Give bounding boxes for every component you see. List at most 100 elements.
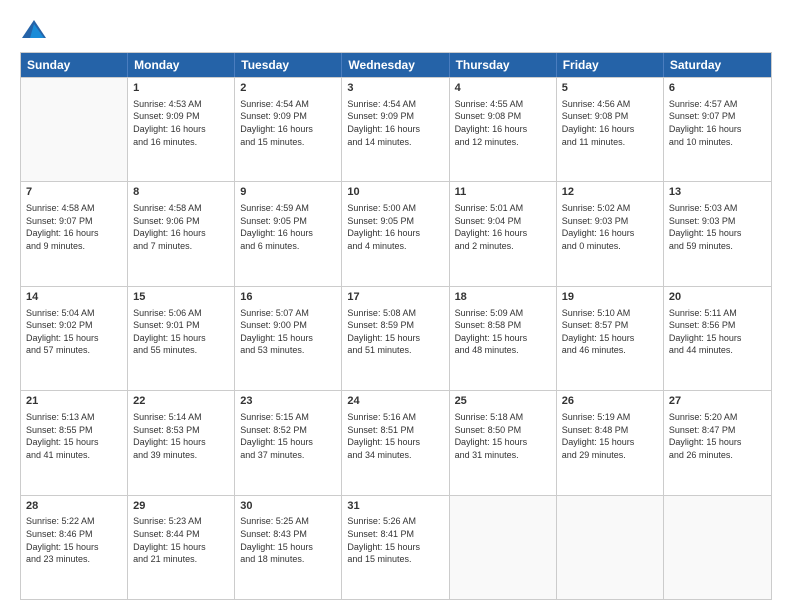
day-info: Sunrise: 5:23 AM Sunset: 8:44 PM Dayligh… xyxy=(133,515,229,565)
day-number: 27 xyxy=(669,394,766,409)
day-info: Sunrise: 5:11 AM Sunset: 8:56 PM Dayligh… xyxy=(669,307,766,357)
day-cell: 30Sunrise: 5:25 AM Sunset: 8:43 PM Dayli… xyxy=(235,496,342,599)
header-day: Sunday xyxy=(21,53,128,77)
day-number: 22 xyxy=(133,394,229,409)
day-cell: 5Sunrise: 4:56 AM Sunset: 9:08 PM Daylig… xyxy=(557,78,664,181)
day-cell: 28Sunrise: 5:22 AM Sunset: 8:46 PM Dayli… xyxy=(21,496,128,599)
day-cell: 15Sunrise: 5:06 AM Sunset: 9:01 PM Dayli… xyxy=(128,287,235,390)
day-cell: 29Sunrise: 5:23 AM Sunset: 8:44 PM Dayli… xyxy=(128,496,235,599)
day-info: Sunrise: 4:53 AM Sunset: 9:09 PM Dayligh… xyxy=(133,98,229,148)
header-day: Friday xyxy=(557,53,664,77)
day-info: Sunrise: 4:59 AM Sunset: 9:05 PM Dayligh… xyxy=(240,202,336,252)
day-cell: 12Sunrise: 5:02 AM Sunset: 9:03 PM Dayli… xyxy=(557,182,664,285)
day-cell: 9 Sunrise: 4:59 AM Sunset: 9:05 PM Daylig… xyxy=(235,182,342,285)
day-cell: 20 Sunrise: 5:11 AM Sunset: 8:56 PM Dayli… xyxy=(664,287,771,390)
day-info: Sunrise: 4:55 AM Sunset: 9:08 PM Dayligh… xyxy=(455,98,551,148)
day-number: 2 xyxy=(240,81,336,96)
day-info: Sunrise: 5:07 AM Sunset: 9:00 PM Dayligh… xyxy=(240,307,336,357)
day-info: Sunrise: 5:15 AM Sunset: 8:52 PM Dayligh… xyxy=(240,411,336,461)
empty-cell xyxy=(21,78,128,181)
day-cell: 3 Sunrise: 4:54 AM Sunset: 9:09 PM Daylig… xyxy=(342,78,449,181)
day-cell: 13 Sunrise: 5:03 AM Sunset: 9:03 PM Dayli… xyxy=(664,182,771,285)
day-info: Sunrise: 5:25 AM Sunset: 8:43 PM Dayligh… xyxy=(240,515,336,565)
day-info: Sunrise: 4:58 AM Sunset: 9:06 PM Dayligh… xyxy=(133,202,229,252)
calendar-row: 1Sunrise: 4:53 AM Sunset: 9:09 PM Daylig… xyxy=(21,77,771,181)
day-cell: 21 Sunrise: 5:13 AM Sunset: 8:55 PM Dayli… xyxy=(21,391,128,494)
day-info: Sunrise: 5:14 AM Sunset: 8:53 PM Dayligh… xyxy=(133,411,229,461)
day-info: Sunrise: 5:10 AM Sunset: 8:57 PM Dayligh… xyxy=(562,307,658,357)
day-info: Sunrise: 5:16 AM Sunset: 8:51 PM Dayligh… xyxy=(347,411,443,461)
day-number: 21 xyxy=(26,394,122,409)
day-info: Sunrise: 4:58 AM Sunset: 9:07 PM Dayligh… xyxy=(26,202,122,252)
day-cell: 1Sunrise: 4:53 AM Sunset: 9:09 PM Daylig… xyxy=(128,78,235,181)
page: SundayMondayTuesdayWednesdayThursdayFrid… xyxy=(0,0,792,612)
day-cell: 26 Sunrise: 5:19 AM Sunset: 8:48 PM Dayli… xyxy=(557,391,664,494)
header-day: Wednesday xyxy=(342,53,449,77)
day-number: 24 xyxy=(347,394,443,409)
day-number: 13 xyxy=(669,185,766,200)
day-info: Sunrise: 4:56 AM Sunset: 9:08 PM Dayligh… xyxy=(562,98,658,148)
day-info: Sunrise: 5:13 AM Sunset: 8:55 PM Dayligh… xyxy=(26,411,122,461)
day-number: 26 xyxy=(562,394,658,409)
day-number: 30 xyxy=(240,499,336,514)
day-cell: 8 Sunrise: 4:58 AM Sunset: 9:06 PM Daylig… xyxy=(128,182,235,285)
day-cell: 22 Sunrise: 5:14 AM Sunset: 8:53 PM Dayli… xyxy=(128,391,235,494)
day-cell: 31Sunrise: 5:26 AM Sunset: 8:41 PM Dayli… xyxy=(342,496,449,599)
day-info: Sunrise: 4:57 AM Sunset: 9:07 PM Dayligh… xyxy=(669,98,766,148)
header-day: Monday xyxy=(128,53,235,77)
day-cell: 7Sunrise: 4:58 AM Sunset: 9:07 PM Daylig… xyxy=(21,182,128,285)
header-day: Saturday xyxy=(664,53,771,77)
day-info: Sunrise: 5:26 AM Sunset: 8:41 PM Dayligh… xyxy=(347,515,443,565)
day-cell: 25 Sunrise: 5:18 AM Sunset: 8:50 PM Dayli… xyxy=(450,391,557,494)
day-cell: 17Sunrise: 5:08 AM Sunset: 8:59 PM Dayli… xyxy=(342,287,449,390)
day-cell: 24 Sunrise: 5:16 AM Sunset: 8:51 PM Dayli… xyxy=(342,391,449,494)
day-number: 12 xyxy=(562,185,658,200)
day-number: 4 xyxy=(455,81,551,96)
calendar-row: 21 Sunrise: 5:13 AM Sunset: 8:55 PM Dayli… xyxy=(21,390,771,494)
day-info: Sunrise: 5:22 AM Sunset: 8:46 PM Dayligh… xyxy=(26,515,122,565)
header-day: Tuesday xyxy=(235,53,342,77)
day-cell: 14Sunrise: 5:04 AM Sunset: 9:02 PM Dayli… xyxy=(21,287,128,390)
empty-cell xyxy=(664,496,771,599)
day-cell: 11Sunrise: 5:01 AM Sunset: 9:04 PM Dayli… xyxy=(450,182,557,285)
day-info: Sunrise: 4:54 AM Sunset: 9:09 PM Dayligh… xyxy=(347,98,443,148)
day-number: 29 xyxy=(133,499,229,514)
day-number: 28 xyxy=(26,499,122,514)
day-cell: 19 Sunrise: 5:10 AM Sunset: 8:57 PM Dayli… xyxy=(557,287,664,390)
day-number: 15 xyxy=(133,290,229,305)
day-info: Sunrise: 5:03 AM Sunset: 9:03 PM Dayligh… xyxy=(669,202,766,252)
day-info: Sunrise: 5:04 AM Sunset: 9:02 PM Dayligh… xyxy=(26,307,122,357)
calendar-header: SundayMondayTuesdayWednesdayThursdayFrid… xyxy=(21,53,771,77)
day-number: 6 xyxy=(669,81,766,96)
day-number: 19 xyxy=(562,290,658,305)
empty-cell xyxy=(557,496,664,599)
header-day: Thursday xyxy=(450,53,557,77)
day-cell: 18Sunrise: 5:09 AM Sunset: 8:58 PM Dayli… xyxy=(450,287,557,390)
day-info: Sunrise: 5:20 AM Sunset: 8:47 PM Dayligh… xyxy=(669,411,766,461)
calendar-row: 14Sunrise: 5:04 AM Sunset: 9:02 PM Dayli… xyxy=(21,286,771,390)
day-info: Sunrise: 5:08 AM Sunset: 8:59 PM Dayligh… xyxy=(347,307,443,357)
day-number: 18 xyxy=(455,290,551,305)
day-info: Sunrise: 4:54 AM Sunset: 9:09 PM Dayligh… xyxy=(240,98,336,148)
day-cell: 27 Sunrise: 5:20 AM Sunset: 8:47 PM Dayli… xyxy=(664,391,771,494)
day-number: 10 xyxy=(347,185,443,200)
day-info: Sunrise: 5:18 AM Sunset: 8:50 PM Dayligh… xyxy=(455,411,551,461)
day-cell: 4 Sunrise: 4:55 AM Sunset: 9:08 PM Daylig… xyxy=(450,78,557,181)
day-cell: 23Sunrise: 5:15 AM Sunset: 8:52 PM Dayli… xyxy=(235,391,342,494)
logo-icon xyxy=(20,16,48,44)
calendar-row: 28Sunrise: 5:22 AM Sunset: 8:46 PM Dayli… xyxy=(21,495,771,599)
day-cell: 10Sunrise: 5:00 AM Sunset: 9:05 PM Dayli… xyxy=(342,182,449,285)
day-number: 25 xyxy=(455,394,551,409)
day-number: 3 xyxy=(347,81,443,96)
day-number: 16 xyxy=(240,290,336,305)
day-number: 8 xyxy=(133,185,229,200)
calendar-body: 1Sunrise: 4:53 AM Sunset: 9:09 PM Daylig… xyxy=(21,77,771,599)
day-cell: 2 Sunrise: 4:54 AM Sunset: 9:09 PM Daylig… xyxy=(235,78,342,181)
day-info: Sunrise: 5:19 AM Sunset: 8:48 PM Dayligh… xyxy=(562,411,658,461)
day-number: 31 xyxy=(347,499,443,514)
calendar-row: 7Sunrise: 4:58 AM Sunset: 9:07 PM Daylig… xyxy=(21,181,771,285)
logo xyxy=(20,16,52,44)
day-info: Sunrise: 5:01 AM Sunset: 9:04 PM Dayligh… xyxy=(455,202,551,252)
day-number: 20 xyxy=(669,290,766,305)
day-number: 9 xyxy=(240,185,336,200)
